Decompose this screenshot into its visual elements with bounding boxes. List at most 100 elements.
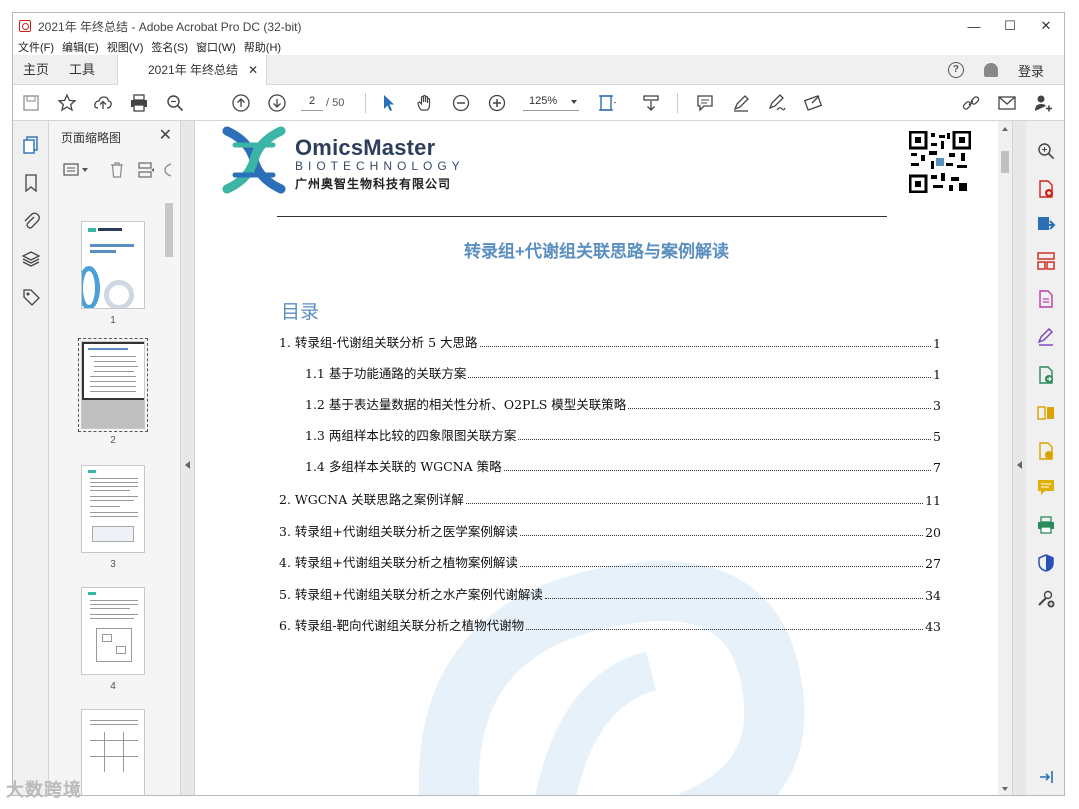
toc-entry[interactable]: 3. 转录组+代谢组关联分析之医学案例解读 20	[279, 520, 941, 540]
tag-icon[interactable]	[21, 287, 41, 307]
fill-sign-icon[interactable]	[803, 93, 823, 113]
page-thumbnail-selected[interactable]	[78, 338, 148, 432]
scroll-down-icon[interactable]	[1002, 787, 1008, 791]
share-link-icon[interactable]	[961, 93, 981, 113]
toc-entry[interactable]: 1.1 基于功能通路的关联方案 1	[279, 362, 941, 382]
menu-help[interactable]: 帮助(H)	[244, 39, 281, 55]
brand-subtitle: BIOTECHNOLOGY	[295, 159, 465, 173]
shield-icon[interactable]	[1036, 553, 1056, 573]
left-panel-splitter[interactable]	[181, 121, 195, 795]
thumbnail-scroll-thumb[interactable]	[165, 203, 173, 257]
zoom-search-icon[interactable]	[165, 93, 185, 113]
attachment-icon[interactable]	[21, 211, 41, 231]
collapse-left-icon[interactable]	[185, 461, 190, 469]
toc-entry[interactable]: 1.3 两组样本比较的四象限图关联方案 5	[279, 424, 941, 444]
export-pdf-icon[interactable]	[1036, 215, 1056, 235]
menu-window[interactable]: 窗口(W)	[196, 39, 236, 55]
thumbnail-scrollbar[interactable]	[163, 191, 175, 791]
zoom-in-icon[interactable]	[487, 93, 507, 113]
help-icon[interactable]: ?	[947, 62, 964, 78]
star-icon[interactable]	[57, 93, 77, 113]
toolbar-divider	[365, 93, 366, 113]
hand-tool-icon[interactable]	[415, 93, 435, 113]
fill-and-sign-icon[interactable]	[1036, 327, 1056, 347]
rotate-page-icon[interactable]	[163, 161, 173, 182]
upload-icon[interactable]	[93, 93, 113, 113]
zoom-level-select[interactable]: 125%	[523, 95, 579, 111]
toc-entry-page: 1	[933, 367, 941, 382]
tab-tools[interactable]: 工具	[69, 55, 95, 85]
page-number-input[interactable]: 2	[301, 95, 323, 111]
menu-file[interactable]: 文件(F)	[18, 39, 54, 55]
document-vertical-scrollbar[interactable]	[998, 121, 1012, 795]
tab-document[interactable]: 2021年 年终总结 ✕	[117, 55, 267, 86]
toc-entry[interactable]: 1.4 多组样本关联的 WGCNA 策略 7	[279, 455, 941, 475]
save-icon[interactable]	[21, 93, 41, 113]
edit-pdf-icon[interactable]	[1036, 289, 1056, 309]
protect-doc-icon[interactable]	[1036, 441, 1056, 461]
layers-icon[interactable]	[21, 249, 41, 269]
delete-page-icon[interactable]	[109, 161, 125, 182]
toc-entry[interactable]: 2. WGCNA 关联思路之案例详解 11	[279, 488, 941, 508]
minimize-button[interactable]: —	[956, 13, 992, 39]
insert-page-icon[interactable]	[137, 161, 155, 182]
select-cursor-icon[interactable]	[379, 93, 399, 113]
page-fit-icon[interactable]	[597, 93, 617, 113]
document-viewport[interactable]: OmicsMaster BIOTECHNOLOGY 广州奥智生物科技有限公司 转…	[195, 121, 998, 795]
document-scroll-thumb[interactable]	[1001, 151, 1009, 173]
toc-entry[interactable]: 4. 转录组+代谢组关联分析之植物案例解读 27	[279, 551, 941, 571]
page-thumbnail[interactable]	[81, 587, 145, 675]
omicsmaster-logo	[222, 126, 286, 194]
comment-icon[interactable]	[695, 93, 715, 113]
scroll-mode-icon[interactable]	[641, 93, 661, 113]
close-tab-icon[interactable]: ✕	[248, 55, 258, 85]
maximize-button[interactable]: ☐	[992, 13, 1028, 39]
menu-sign[interactable]: 签名(S)	[151, 39, 188, 55]
close-panel-icon[interactable]: ✕	[159, 125, 172, 145]
toc-entry[interactable]: 6. 转录组-靶向代谢组关联分析之植物代谢物 43	[279, 614, 941, 634]
options-menu-icon[interactable]	[63, 163, 91, 180]
print-production-icon[interactable]	[1036, 515, 1056, 535]
print-icon[interactable]	[129, 93, 149, 113]
menu-view[interactable]: 视图(V)	[107, 39, 144, 55]
highlight-pen-icon[interactable]	[731, 93, 751, 113]
toc-entry-label: 4. 转录组+代谢组关联分析之植物案例解读	[279, 555, 518, 570]
toc-leader-dots	[628, 408, 932, 409]
search-zoom-icon[interactable]	[1036, 141, 1056, 161]
compare-files-icon[interactable]	[1036, 365, 1056, 385]
menu-edit[interactable]: 编辑(E)	[62, 39, 99, 55]
bookmark-icon[interactable]	[21, 173, 41, 193]
close-window-button[interactable]: ✕	[1028, 13, 1064, 39]
toc-entry[interactable]: 5. 转录组+代谢组关联分析之水产案例代谢解读 34	[279, 583, 941, 603]
tab-home[interactable]: 主页	[23, 55, 49, 85]
right-panel-splitter[interactable]	[1012, 121, 1026, 795]
bell-icon[interactable]	[983, 63, 998, 77]
add-user-icon[interactable]	[1033, 93, 1053, 113]
scroll-up-icon[interactable]	[1002, 127, 1008, 131]
page-thumbnail[interactable]	[81, 465, 145, 553]
zoom-level-value: 125%	[529, 95, 558, 107]
toc-entry[interactable]: 1.2 基于表达量数据的相关性分析、O2PLS 模型关联策略 3	[279, 393, 941, 413]
toc-entry[interactable]: 1. 转录组-代谢组关联分析 5 大思路 1	[279, 331, 941, 351]
menu-bar: 文件(F) 编辑(E) 视图(V) 签名(S) 窗口(W) 帮助(H)	[13, 39, 1064, 55]
sign-icon[interactable]	[767, 93, 787, 113]
page-thumbnail[interactable]	[81, 709, 145, 795]
create-pdf-icon[interactable]	[1036, 179, 1056, 199]
previous-page-icon[interactable]	[231, 93, 251, 113]
toc-entry-label: 1.3 两组样本比较的四象限图关联方案	[305, 428, 517, 443]
toc-entry-page: 1	[933, 336, 941, 351]
expand-right-icon[interactable]	[1017, 461, 1022, 469]
organize-pages-icon[interactable]	[1036, 251, 1056, 271]
toc-leader-dots	[526, 629, 924, 630]
zoom-out-icon[interactable]	[451, 93, 471, 113]
login-button[interactable]: 登录	[1018, 61, 1044, 80]
scan-ocr-icon[interactable]	[1036, 403, 1056, 423]
page-thumbnails-icon[interactable]	[21, 135, 41, 155]
more-tools-icon[interactable]	[1036, 589, 1056, 609]
next-page-icon[interactable]	[267, 93, 287, 113]
page-thumbnail[interactable]	[81, 221, 145, 309]
acrobat-window: 2021年 年终总结 - Adobe Acrobat Pro DC (32-bi…	[12, 12, 1065, 796]
email-icon[interactable]	[997, 93, 1017, 113]
comment-tool-icon[interactable]	[1036, 477, 1056, 497]
expand-pane-icon[interactable]	[1036, 767, 1056, 787]
